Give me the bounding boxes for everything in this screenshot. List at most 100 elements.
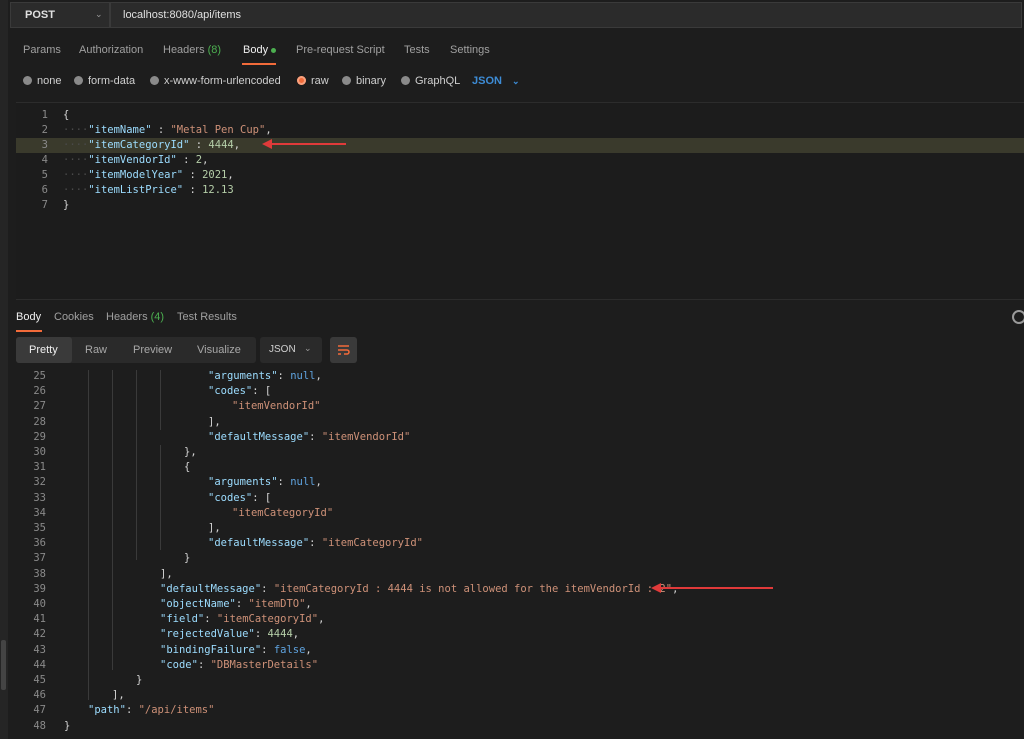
line-text: }: [136, 673, 142, 688]
code-line: 43 "bindingFailure": false,: [0, 643, 1024, 658]
line-number: 37: [33, 552, 46, 565]
json-key: "codes": [208, 385, 253, 398]
radio-circle-icon: [150, 76, 159, 85]
tab-authorization[interactable]: Authorization: [79, 44, 143, 56]
json-key: "itemCategoryId": [88, 139, 190, 151]
radio-circle-icon: [23, 76, 32, 85]
line-number: 47: [33, 704, 46, 717]
tab-settings[interactable]: Settings: [450, 44, 490, 56]
radio-label: raw: [311, 75, 329, 87]
radio-circle-icon: [401, 76, 410, 85]
chevron-down-icon: ⌄: [511, 76, 520, 86]
line-text: ],: [160, 567, 173, 582]
json-value: 4444: [208, 139, 234, 151]
line-text: ],: [112, 688, 125, 703]
json-value: "itemCategoryId": [232, 506, 334, 519]
line-number: 31: [33, 461, 46, 474]
body-language-label: JSON: [472, 75, 502, 87]
json-punct: ,: [227, 169, 234, 181]
radio-raw[interactable]: raw: [297, 75, 329, 87]
code-line: 37}: [0, 551, 1024, 566]
tab-label: Tests: [404, 44, 430, 56]
line-number: 32: [33, 476, 46, 489]
json-sep: :: [183, 169, 203, 181]
json-value: [: [264, 385, 272, 398]
json-punct: ,: [214, 522, 221, 534]
json-punct: ,: [305, 598, 312, 610]
json-key: "itemListPrice": [88, 184, 184, 196]
response-body-viewer[interactable]: 25 "arguments": null, 26 "codes": [27 "itemV…: [0, 370, 1024, 739]
response-active-tab-underline: [16, 330, 42, 332]
json-sep: :: [189, 139, 209, 151]
request-body-editor[interactable]: 1{2 ····"itemName" : "Metal Pen Cup", 3 ···…: [16, 102, 1024, 300]
code-line: 40 "objectName": "itemDTO",: [0, 597, 1024, 612]
wrap-lines-button[interactable]: [330, 337, 357, 363]
line-number: 41: [33, 613, 46, 626]
line-text: },: [184, 445, 197, 460]
tab-body[interactable]: Body: [243, 44, 277, 56]
line-number: 29: [33, 430, 46, 443]
line-text: ····"itemListPrice" : 12.13: [63, 183, 234, 198]
json-value: }: [184, 552, 191, 565]
radio-label: form-data: [88, 75, 136, 87]
line-text: ····"itemName" : "Metal Pen Cup",: [63, 123, 272, 138]
body-language-dropdown[interactable]: JSON ⌄: [472, 75, 520, 87]
radio-binary[interactable]: binary: [342, 75, 386, 87]
response-language-dropdown[interactable]: JSON ⌄: [260, 337, 322, 363]
tab-params[interactable]: Params: [23, 44, 61, 56]
json-value: "itemVendorId": [232, 400, 321, 413]
tab-label: Body: [16, 311, 42, 323]
response-tab-body[interactable]: Body: [16, 311, 41, 323]
json-value: "itemCategoryId": [321, 537, 423, 550]
response-tab-headers[interactable]: Headers (4): [106, 311, 164, 323]
json-value: 4444: [267, 628, 293, 641]
radio-label: GraphQL: [415, 75, 461, 87]
radio-x-www-form-urlencoded[interactable]: x-www-form-urlencoded: [150, 75, 281, 87]
format-tab-preview[interactable]: Preview: [133, 344, 172, 356]
code-line: 31 {: [0, 460, 1024, 475]
line-number: 30: [33, 446, 46, 458]
format-tab-pretty[interactable]: Pretty: [29, 344, 58, 356]
json-key: "arguments": [208, 370, 278, 382]
response-tab-cookies[interactable]: Cookies: [54, 311, 94, 323]
tab-headers[interactable]: Headers (8): [163, 44, 221, 56]
radio-none[interactable]: none: [23, 75, 61, 87]
line-text: ····"itemVendorId" : 2,: [63, 153, 208, 168]
line-text: ],: [208, 415, 221, 430]
format-tab-visualize[interactable]: Visualize: [197, 344, 241, 356]
json-punct: ,: [318, 613, 325, 626]
radio-circle-icon: [74, 76, 83, 85]
radio-graphql[interactable]: GraphQL: [401, 75, 460, 87]
tab-pre-request-script[interactable]: Pre-request Script: [296, 44, 385, 56]
json-sep: :: [309, 430, 322, 443]
code-line: 29 "defaultMessage": "itemVendorId": [0, 430, 1024, 445]
code-line: 1{: [16, 108, 1024, 123]
method-dropdown[interactable]: POST ⌄: [10, 2, 110, 28]
json-punct: }: [63, 199, 70, 211]
json-key: "defaultMessage": [160, 582, 262, 595]
code-line: 41 "field": "itemCategoryId",: [0, 612, 1024, 627]
wrap-lines-icon: [338, 345, 350, 355]
url-input[interactable]: localhost:8080/api/items: [110, 2, 1022, 28]
code-line: 46],: [0, 688, 1024, 703]
line-number: 3: [41, 139, 48, 151]
active-tab-underline: [242, 63, 276, 65]
line-text: "itemCategoryId": [232, 506, 333, 521]
json-sep: :: [235, 598, 249, 610]
line-number: 34: [33, 506, 46, 519]
json-value: "DBMasterDetails": [210, 658, 319, 671]
line-number: 43: [33, 643, 46, 656]
json-value: "itemCategoryId : 4444 is not allowed fo…: [273, 582, 673, 595]
line-text: }: [184, 551, 190, 566]
tab-label: Test Results: [177, 311, 237, 323]
json-punct: ,: [214, 415, 221, 428]
settings-gear-icon[interactable]: [1012, 310, 1024, 324]
json-punct: ,: [233, 139, 241, 151]
radio-form-data[interactable]: form-data: [74, 75, 135, 87]
json-punct: ,: [202, 154, 209, 166]
tab-tests[interactable]: Tests: [404, 44, 430, 56]
format-tab-raw[interactable]: Raw: [85, 344, 107, 356]
code-line: 2 ····"itemName" : "Metal Pen Cup",: [16, 123, 1024, 138]
response-tab-test-results[interactable]: Test Results: [177, 311, 237, 323]
json-punct: ,: [315, 476, 322, 489]
